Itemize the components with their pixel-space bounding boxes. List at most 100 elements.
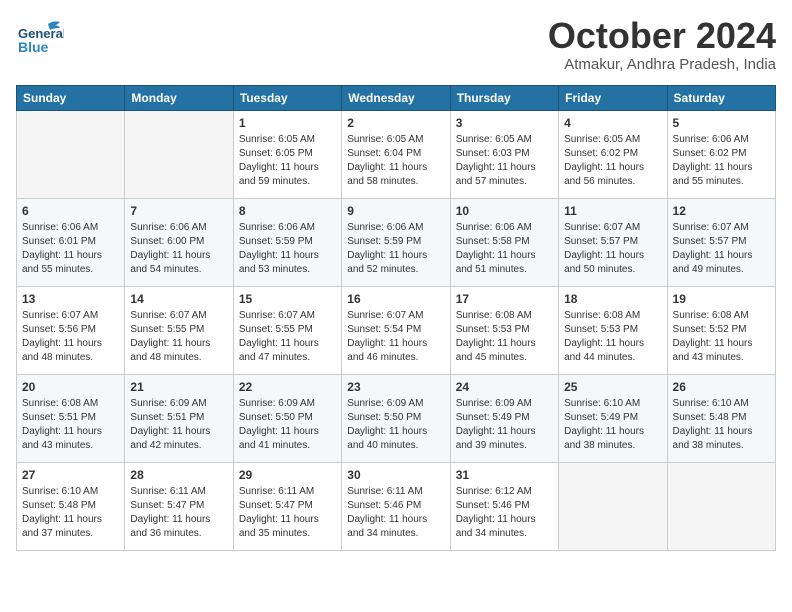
weekday-header-tuesday: Tuesday [233,85,341,110]
day-info: Sunrise: 6:05 AM [564,133,661,147]
day-info: Sunset: 5:57 PM [673,235,770,249]
day-info: Sunset: 5:49 PM [456,411,553,425]
day-number: 8 [239,203,336,220]
calendar-cell: 29Sunrise: 6:11 AMSunset: 5:47 PMDayligh… [233,462,341,550]
day-number: 20 [22,379,119,396]
day-info: Sunset: 5:55 PM [130,323,227,337]
day-info: Sunset: 6:05 PM [239,147,336,161]
day-info: Sunset: 6:03 PM [456,147,553,161]
day-info: Sunrise: 6:07 AM [673,221,770,235]
day-info: Sunset: 5:51 PM [130,411,227,425]
day-info: Daylight: 11 hours and 40 minutes. [347,425,444,453]
day-info: Sunset: 5:58 PM [456,235,553,249]
day-number: 6 [22,203,119,220]
day-number: 29 [239,467,336,484]
calendar-cell: 28Sunrise: 6:11 AMSunset: 5:47 PMDayligh… [125,462,233,550]
day-info: Daylight: 11 hours and 48 minutes. [130,337,227,365]
day-info: Sunset: 5:46 PM [456,499,553,513]
day-info: Daylight: 11 hours and 55 minutes. [22,249,119,277]
day-number: 26 [673,379,770,396]
day-info: Sunrise: 6:09 AM [347,397,444,411]
day-info: Sunrise: 6:10 AM [673,397,770,411]
weekday-header-wednesday: Wednesday [342,85,450,110]
day-number: 14 [130,291,227,308]
day-info: Daylight: 11 hours and 42 minutes. [130,425,227,453]
day-info: Daylight: 11 hours and 41 minutes. [239,425,336,453]
day-info: Sunrise: 6:05 AM [347,133,444,147]
calendar-cell: 2Sunrise: 6:05 AMSunset: 6:04 PMDaylight… [342,110,450,198]
day-info: Sunrise: 6:06 AM [673,133,770,147]
day-info: Sunrise: 6:07 AM [564,221,661,235]
calendar-cell: 30Sunrise: 6:11 AMSunset: 5:46 PMDayligh… [342,462,450,550]
day-info: Sunset: 5:52 PM [673,323,770,337]
day-number: 9 [347,203,444,220]
day-number: 25 [564,379,661,396]
day-info: Sunset: 5:57 PM [564,235,661,249]
day-number: 19 [673,291,770,308]
calendar-cell: 11Sunrise: 6:07 AMSunset: 5:57 PMDayligh… [559,198,667,286]
day-info: Sunset: 6:02 PM [564,147,661,161]
calendar-week-2: 6Sunrise: 6:06 AMSunset: 6:01 PMDaylight… [17,198,776,286]
weekday-header-thursday: Thursday [450,85,558,110]
day-info: Sunset: 6:04 PM [347,147,444,161]
calendar-cell: 18Sunrise: 6:08 AMSunset: 5:53 PMDayligh… [559,286,667,374]
calendar-cell: 31Sunrise: 6:12 AMSunset: 5:46 PMDayligh… [450,462,558,550]
calendar-cell: 14Sunrise: 6:07 AMSunset: 5:55 PMDayligh… [125,286,233,374]
day-number: 28 [130,467,227,484]
day-info: Daylight: 11 hours and 51 minutes. [456,249,553,277]
calendar-cell: 4Sunrise: 6:05 AMSunset: 6:02 PMDaylight… [559,110,667,198]
calendar-header-row: SundayMondayTuesdayWednesdayThursdayFrid… [17,85,776,110]
calendar-cell: 1Sunrise: 6:05 AMSunset: 6:05 PMDaylight… [233,110,341,198]
day-number: 22 [239,379,336,396]
calendar-week-5: 27Sunrise: 6:10 AMSunset: 5:48 PMDayligh… [17,462,776,550]
day-info: Daylight: 11 hours and 36 minutes. [130,513,227,541]
day-number: 21 [130,379,227,396]
day-info: Sunrise: 6:07 AM [22,309,119,323]
calendar-cell: 27Sunrise: 6:10 AMSunset: 5:48 PMDayligh… [17,462,125,550]
calendar-cell: 26Sunrise: 6:10 AMSunset: 5:48 PMDayligh… [667,374,775,462]
day-info: Sunset: 6:01 PM [22,235,119,249]
day-info: Sunrise: 6:09 AM [239,397,336,411]
calendar-cell: 12Sunrise: 6:07 AMSunset: 5:57 PMDayligh… [667,198,775,286]
calendar-week-3: 13Sunrise: 6:07 AMSunset: 5:56 PMDayligh… [17,286,776,374]
calendar-cell: 17Sunrise: 6:08 AMSunset: 5:53 PMDayligh… [450,286,558,374]
calendar-cell: 25Sunrise: 6:10 AMSunset: 5:49 PMDayligh… [559,374,667,462]
day-info: Sunset: 5:56 PM [22,323,119,337]
day-info: Daylight: 11 hours and 43 minutes. [673,337,770,365]
day-info: Daylight: 11 hours and 37 minutes. [22,513,119,541]
day-info: Sunrise: 6:07 AM [130,309,227,323]
calendar-cell: 9Sunrise: 6:06 AMSunset: 5:59 PMDaylight… [342,198,450,286]
day-info: Daylight: 11 hours and 54 minutes. [130,249,227,277]
calendar-cell: 10Sunrise: 6:06 AMSunset: 5:58 PMDayligh… [450,198,558,286]
weekday-header-sunday: Sunday [17,85,125,110]
day-info: Sunset: 5:59 PM [347,235,444,249]
day-info: Daylight: 11 hours and 44 minutes. [564,337,661,365]
day-info: Sunset: 5:48 PM [673,411,770,425]
day-info: Sunrise: 6:11 AM [347,485,444,499]
calendar-cell: 7Sunrise: 6:06 AMSunset: 6:00 PMDaylight… [125,198,233,286]
day-info: Sunset: 5:50 PM [239,411,336,425]
day-info: Daylight: 11 hours and 59 minutes. [239,161,336,189]
day-info: Sunset: 5:55 PM [239,323,336,337]
day-info: Daylight: 11 hours and 35 minutes. [239,513,336,541]
calendar-cell: 6Sunrise: 6:06 AMSunset: 6:01 PMDaylight… [17,198,125,286]
day-number: 12 [673,203,770,220]
day-number: 1 [239,115,336,132]
day-info: Sunrise: 6:08 AM [22,397,119,411]
calendar-cell: 15Sunrise: 6:07 AMSunset: 5:55 PMDayligh… [233,286,341,374]
day-info: Daylight: 11 hours and 50 minutes. [564,249,661,277]
day-info: Daylight: 11 hours and 53 minutes. [239,249,336,277]
day-info: Sunset: 5:53 PM [564,323,661,337]
day-info: Sunrise: 6:10 AM [564,397,661,411]
day-info: Sunrise: 6:11 AM [130,485,227,499]
day-number: 23 [347,379,444,396]
calendar-cell: 24Sunrise: 6:09 AMSunset: 5:49 PMDayligh… [450,374,558,462]
svg-text:Blue: Blue [18,39,49,55]
day-number: 3 [456,115,553,132]
day-info: Sunrise: 6:12 AM [456,485,553,499]
day-info: Sunset: 5:54 PM [347,323,444,337]
day-info: Daylight: 11 hours and 48 minutes. [22,337,119,365]
day-info: Sunset: 5:47 PM [239,499,336,513]
day-number: 7 [130,203,227,220]
day-info: Sunrise: 6:08 AM [456,309,553,323]
